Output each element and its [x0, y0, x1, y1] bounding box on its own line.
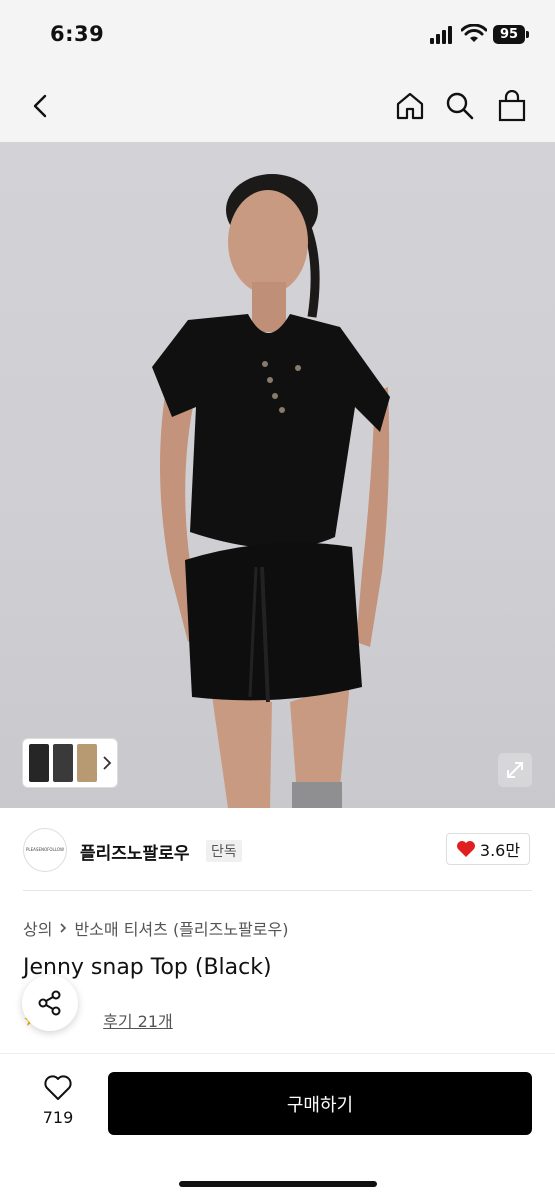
thumbnail[interactable]: [29, 744, 49, 782]
signal-icon: [430, 26, 456, 44]
seller-row[interactable]: PLEASENOFOLLOW 플리즈노팔로우 단독 3.6만: [0, 808, 555, 892]
breadcrumb: 상의 반소매 티셔츠 (플리즈노팔로우): [23, 916, 288, 940]
search-icon[interactable]: [440, 86, 480, 126]
wifi-icon: [461, 24, 487, 42]
seller-like-count: 3.6만: [479, 841, 521, 860]
model-illustration: [152, 174, 390, 808]
breadcrumb-item[interactable]: 상의: [23, 916, 52, 940]
status-time: 6:39: [50, 22, 105, 46]
image-thumbnails[interactable]: [23, 739, 117, 787]
chevron-left-icon[interactable]: [20, 86, 60, 126]
heart-outline-icon: [44, 1075, 72, 1100]
status-bar: 6:39 95: [0, 0, 555, 72]
seller-name[interactable]: 플리즈노팔로우: [80, 839, 189, 864]
expand-icon[interactable]: [498, 753, 532, 787]
top-nav: [0, 72, 555, 142]
seller-logo[interactable]: PLEASENOFOLLOW: [23, 828, 67, 872]
product-image[interactable]: [0, 142, 555, 808]
share-button[interactable]: [22, 975, 78, 1031]
heart-filled-icon: [456, 841, 475, 857]
thumbnail[interactable]: [53, 744, 73, 782]
exclusive-badge: 단독: [206, 840, 242, 862]
review-link[interactable]: 후기 21개: [103, 1008, 173, 1032]
share-icon: [38, 990, 61, 1016]
buy-button[interactable]: 구매하기: [108, 1072, 532, 1135]
chevron-right-icon: [60, 923, 67, 933]
home-icon[interactable]: [390, 86, 430, 126]
chevron-right-icon[interactable]: [101, 751, 113, 775]
wishlist-count: 719: [42, 1108, 74, 1127]
battery-tip: [526, 31, 529, 38]
divider: [23, 890, 532, 891]
thumbnail[interactable]: [77, 744, 97, 782]
bottom-action-bar: 719 구매하기: [0, 1053, 555, 1201]
bag-icon[interactable]: [492, 86, 532, 126]
home-indicator: [179, 1181, 377, 1187]
seller-like-button[interactable]: 3.6만: [446, 833, 530, 865]
battery-icon: 95: [493, 25, 525, 44]
breadcrumb-item[interactable]: 반소매 티셔츠 (플리즈노팔로우): [74, 916, 288, 940]
wishlist-button[interactable]: 719: [30, 1074, 86, 1127]
